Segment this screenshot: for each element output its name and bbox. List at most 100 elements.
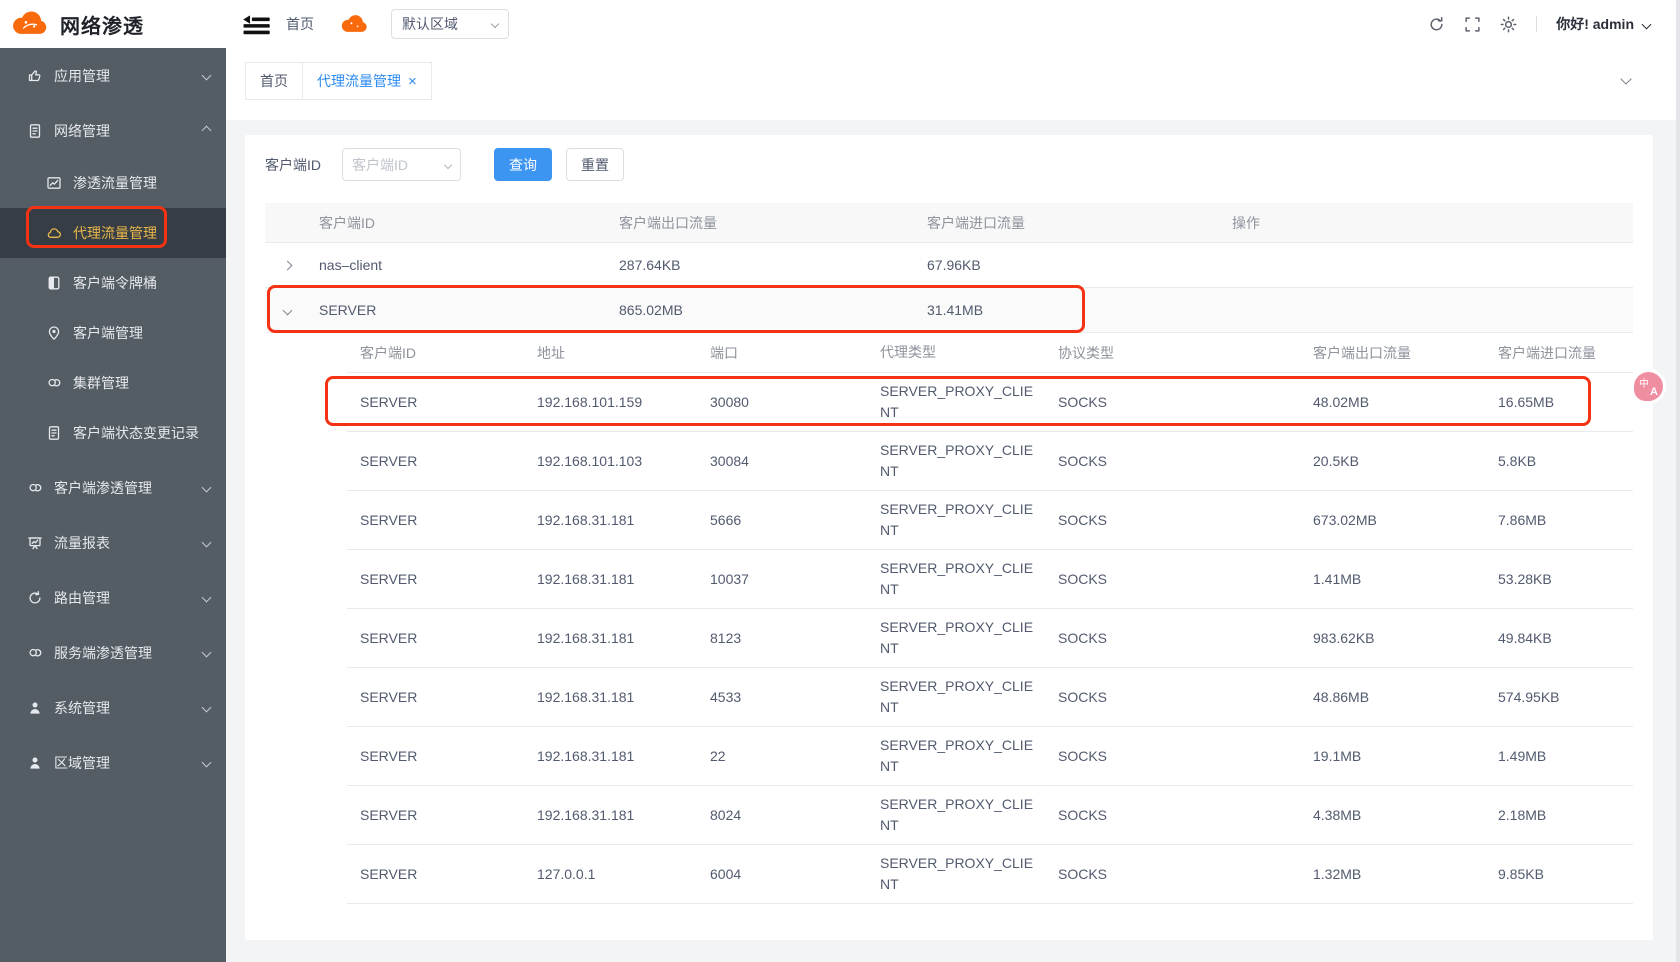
cell-protocol: SOCKS xyxy=(1045,866,1300,882)
app-logo-cloud-icon xyxy=(12,11,48,37)
refresh-icon[interactable] xyxy=(1428,16,1445,33)
inner-table-row[interactable]: SERVER 192.168.31.181 8123 SERVER_PROXY_… xyxy=(347,609,1633,668)
cloud-icon[interactable] xyxy=(341,15,368,34)
chevron-down-icon xyxy=(202,593,212,603)
cell-address: 192.168.31.181 xyxy=(524,571,697,587)
sidebar-item-client-management[interactable]: 客户端管理 xyxy=(0,308,226,358)
tab-proxy-traffic[interactable]: 代理流量管理 × xyxy=(302,62,432,100)
sidebar-item-client-status-log[interactable]: 客户端状态变更记录 xyxy=(0,408,226,458)
cell-proxy-type: SERVER_PROXY_CLIENT xyxy=(867,381,1045,423)
sidebar-item-route-management[interactable]: 路由管理 xyxy=(0,570,226,625)
tab-label: 首页 xyxy=(260,71,288,91)
collapse-row-icon[interactable] xyxy=(283,305,293,315)
collapse-sidebar-icon[interactable] xyxy=(243,14,271,35)
cell-protocol: SOCKS xyxy=(1045,571,1300,587)
sidebar-menu: 应用管理 网络管理 渗透流量管理 代理流量管理 客户端令牌桶 客户端管理 xyxy=(0,48,226,790)
scrollbar[interactable] xyxy=(1676,0,1680,962)
sidebar-item-label: 服务端渗透管理 xyxy=(54,643,152,663)
cell-client-id: SERVER xyxy=(347,748,524,764)
inner-table-row[interactable]: SERVER 127.0.0.1 6004 SERVER_PROXY_CLIEN… xyxy=(347,845,1633,904)
sidebar: 网络渗透 应用管理 网络管理 渗透流量管理 代理流量管理 客户端令牌桶 xyxy=(0,0,226,962)
inner-table-row[interactable]: SERVER 192.168.31.181 4533 SERVER_PROXY_… xyxy=(347,668,1633,727)
translate-bubble-button[interactable]: 中 A xyxy=(1634,372,1663,401)
cell-in-traffic: 1.49MB xyxy=(1485,748,1633,764)
col-proxy-type: 代理类型 xyxy=(867,342,1045,363)
filter-row: 客户端ID 客户端ID 查询 重置 xyxy=(265,148,1633,181)
client-id-select[interactable]: 客户端ID xyxy=(342,148,461,181)
sidebar-item-system-management[interactable]: 系统管理 xyxy=(0,680,226,735)
map-pin-icon xyxy=(46,325,62,341)
theme-sun-icon[interactable] xyxy=(1500,16,1517,33)
user-menu[interactable]: 你好! admin xyxy=(1556,14,1650,34)
cell-port: 30084 xyxy=(697,453,867,469)
col-address: 地址 xyxy=(524,343,697,363)
cell-port: 8024 xyxy=(697,807,867,823)
inner-table-row[interactable]: SERVER 192.168.31.181 8024 SERVER_PROXY_… xyxy=(347,786,1633,845)
sidebar-item-client-penetration[interactable]: 客户端渗透管理 xyxy=(0,460,226,515)
sidebar-item-proxy-traffic[interactable]: 代理流量管理 xyxy=(0,208,226,258)
outer-table-header: 客户端ID 客户端出口流量 客户端进口流量 操作 xyxy=(265,203,1633,243)
cell-in-traffic: 9.85KB xyxy=(1485,866,1633,882)
cell-out-traffic: 4.38MB xyxy=(1300,807,1485,823)
inner-table-row[interactable]: SERVER 192.168.31.181 10037 SERVER_PROXY… xyxy=(347,550,1633,609)
cell-proxy-type: SERVER_PROXY_CLIENT xyxy=(867,499,1045,541)
document-icon xyxy=(46,425,62,441)
inner-table-row[interactable]: SERVER 192.168.101.103 30084 SERVER_PROX… xyxy=(347,432,1633,491)
cell-in-traffic: 49.84KB xyxy=(1485,630,1633,646)
cell-proxy-type: SERVER_PROXY_CLIENT xyxy=(867,853,1045,895)
sidebar-item-label: 客户端渗透管理 xyxy=(54,478,152,498)
cell-address: 192.168.101.103 xyxy=(524,453,697,469)
cell-proxy-type: SERVER_PROXY_CLIENT xyxy=(867,676,1045,718)
cell-proxy-type: SERVER_PROXY_CLIENT xyxy=(867,558,1045,600)
sidebar-item-app-management[interactable]: 应用管理 xyxy=(0,48,226,103)
sidebar-item-server-penetration[interactable]: 服务端渗透管理 xyxy=(0,625,226,680)
fullscreen-icon[interactable] xyxy=(1464,16,1481,33)
inner-table-row[interactable]: SERVER 192.168.31.181 22 SERVER_PROXY_CL… xyxy=(347,727,1633,786)
cell-protocol: SOCKS xyxy=(1045,453,1300,469)
cell-client-id: SERVER xyxy=(347,630,524,646)
table-row-nas-client[interactable]: nas–client 287.64KB 67.96KB xyxy=(265,243,1633,288)
sidebar-item-cluster-management[interactable]: 集群管理 xyxy=(0,358,226,408)
cell-port: 8123 xyxy=(697,630,867,646)
document-icon xyxy=(27,123,43,139)
chevron-down-icon xyxy=(444,160,452,168)
inner-table-row[interactable]: SERVER 192.168.31.181 5666 SERVER_PROXY_… xyxy=(347,491,1633,550)
table-row-server[interactable]: SERVER 865.02MB 31.41MB xyxy=(265,288,1633,333)
sidebar-item-region-management[interactable]: 区域管理 xyxy=(0,735,226,790)
cell-address: 192.168.31.181 xyxy=(524,630,697,646)
cell-out-traffic: 673.02MB xyxy=(1300,512,1485,528)
search-button[interactable]: 查询 xyxy=(494,148,552,181)
cell-in-traffic: 574.95KB xyxy=(1485,689,1633,705)
cell-port: 4533 xyxy=(697,689,867,705)
region-select[interactable]: 默认区域 xyxy=(391,9,509,39)
link-rings-icon xyxy=(27,645,43,661)
cell-proxy-type: SERVER_PROXY_CLIENT xyxy=(867,735,1045,777)
cloud-icon xyxy=(46,225,62,241)
cell-out-traffic: 1.41MB xyxy=(1300,571,1485,587)
cell-proxy-type: SERVER_PROXY_CLIENT xyxy=(867,617,1045,659)
cell-in-traffic: 7.86MB xyxy=(1485,512,1633,528)
cell-proxy-type: SERVER_PROXY_CLIENT xyxy=(867,794,1045,836)
translate-en-glyph: A xyxy=(1650,386,1658,398)
chevron-down-icon xyxy=(202,703,212,713)
inner-table-row[interactable]: SERVER 192.168.101.159 30080 SERVER_PROX… xyxy=(347,373,1633,432)
expand-row-icon[interactable] xyxy=(283,260,293,270)
top-right-actions: 你好! admin xyxy=(1428,14,1650,34)
tab-bar: 首页 代理流量管理 × xyxy=(226,48,1680,100)
col-client-out-traffic: 客户端出口流量 xyxy=(1300,343,1485,363)
close-icon[interactable]: × xyxy=(408,74,417,89)
tab-home[interactable]: 首页 xyxy=(245,62,303,100)
breadcrumb-home[interactable]: 首页 xyxy=(286,14,314,34)
cell-client-id: SERVER xyxy=(347,866,524,882)
sidebar-item-penetration-traffic[interactable]: 渗透流量管理 xyxy=(0,158,226,208)
token-bucket-icon xyxy=(46,275,62,291)
sidebar-item-label: 渗透流量管理 xyxy=(73,173,157,193)
reset-button[interactable]: 重置 xyxy=(566,148,624,181)
chevron-down-icon[interactable] xyxy=(1620,73,1631,84)
sidebar-item-network-management[interactable]: 网络管理 xyxy=(0,103,226,158)
sidebar-item-traffic-report[interactable]: 流量报表 xyxy=(0,515,226,570)
cell-in-traffic: 16.65MB xyxy=(1485,394,1633,410)
sidebar-item-client-token-bucket[interactable]: 客户端令牌桶 xyxy=(0,258,226,308)
app-logo: 网络渗透 xyxy=(0,0,226,48)
cell-address: 192.168.31.181 xyxy=(524,689,697,705)
